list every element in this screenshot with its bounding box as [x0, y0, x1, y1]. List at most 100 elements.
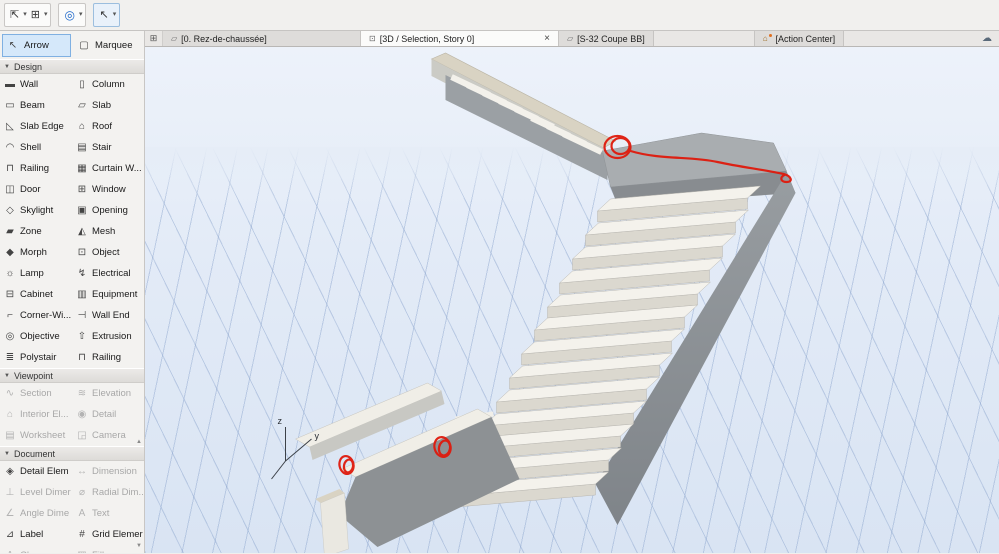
tool-item[interactable]: ◺ Slab Edge [0, 116, 72, 137]
tool-item[interactable]: ⊿ Label [0, 524, 72, 545]
tab-icon: ⊡ [369, 34, 376, 43]
tool-item[interactable]: ⌂ Roof [72, 116, 144, 137]
tool-label: Window [92, 184, 126, 195]
dropdown-caret-icon[interactable]: ▾ [78, 5, 84, 25]
design-tool-grid: ▬ Wall ▯ Column ▭ Beam ▱ Slab ◺ Slab Edg… [0, 74, 144, 368]
tool-label: Grid Elemer [92, 529, 143, 540]
tool-item[interactable]: ☼ Lamp [0, 263, 72, 284]
tool-item[interactable]: ▱ Slab [72, 95, 144, 116]
tool-icon: ⌂ [6, 409, 14, 420]
tool-item[interactable]: ⊓ Railing [0, 158, 72, 179]
scrollbar-down-arrow[interactable]: ▼ [136, 543, 142, 549]
tool-item[interactable]: ⊟ Cabinet [0, 284, 72, 305]
tool-item[interactable]: ⇧ Extrusion [72, 326, 144, 347]
tool-item[interactable]: ▭ Beam [0, 95, 72, 116]
tool-item[interactable]: ⌀ Radial Dim... [72, 482, 144, 503]
tool-icon: ∿ [5, 388, 15, 399]
tool-item[interactable]: ◭ Mesh [72, 221, 144, 242]
tool-icon: A [78, 508, 86, 519]
section-viewpoint: ▼ Viewpoint ∿ Section ≋ Elevation ⌂ Inte… [0, 368, 144, 446]
tool-label: Object [92, 247, 120, 258]
tool-icon: ◫ [5, 184, 15, 195]
tool-icon: ▨ [75, 550, 89, 553]
tool-item[interactable]: ▰ Zone [0, 221, 72, 242]
tool-icon: ⌐ [7, 310, 13, 321]
tool-icon: ↖ [8, 40, 18, 51]
tool-item[interactable]: ▣ Opening [72, 200, 144, 221]
tool-item[interactable]: ◈ Detail Elem [0, 461, 72, 482]
tool-item[interactable]: ◲ Camera [72, 425, 144, 446]
tool-item[interactable]: ⌂ Interior El... [0, 404, 72, 425]
tab[interactable]: ⊡ [3D / Selection, Story 0] × [361, 31, 559, 46]
tool-item[interactable]: ◇ Skylight [0, 200, 72, 221]
tab[interactable]: ▱ [S-32 Coupe BB] [559, 31, 654, 46]
tool-item[interactable]: ▯ Column [72, 74, 144, 95]
section-header-design[interactable]: ▼ Design [0, 59, 144, 74]
tool-item[interactable]: ◠ Shell [0, 137, 72, 158]
tool-item[interactable]: ▦ Curtain W... [72, 158, 144, 179]
tool-label: Wall [20, 79, 39, 90]
tab-overview-icon[interactable]: ⊞ [145, 31, 163, 46]
tool-item[interactable]: Δ Change [0, 545, 72, 553]
tool-label: Beam [20, 100, 45, 111]
tool-item[interactable]: ⊞ Window [72, 179, 144, 200]
options-icon[interactable]: ⊞ [28, 5, 43, 25]
tool-label: Curtain W... [92, 163, 142, 174]
tool-label: Morph [20, 247, 47, 258]
tool-item[interactable]: ≣ Polystair [0, 347, 72, 368]
tool-icon: ◇ [6, 205, 14, 216]
tool-icon: ⊟ [5, 289, 15, 300]
tool-item[interactable]: ∠ Angle Dime [0, 503, 72, 524]
tool-item[interactable]: ◆ Morph [0, 242, 72, 263]
tool-item[interactable]: ↔ Dimension [72, 461, 144, 482]
tool-icon: ▦ [77, 163, 87, 174]
section-header-document[interactable]: ▼ Document [0, 446, 144, 461]
tool-icon: ∠ [5, 508, 15, 519]
select-tool-button[interactable]: ↖ Arrow [2, 34, 71, 57]
tool-item[interactable]: ▬ Wall [0, 74, 72, 95]
tool-label: Extrusion [92, 331, 132, 342]
cloud-sync-icon[interactable]: ☁ [982, 33, 992, 44]
tool-label: Slab Edge [20, 121, 64, 132]
scrollbar-up-arrow[interactable]: ▲ [136, 439, 142, 445]
tool-item[interactable]: ⊡ Object [72, 242, 144, 263]
tool-item[interactable]: # Grid Elemer [72, 524, 144, 545]
tab[interactable]: ▱ [0. Rez-de-chaussée] [163, 31, 361, 46]
tool-item[interactable]: ≋ Elevation [72, 383, 144, 404]
tab-label: [3D / Selection, Story 0] [379, 33, 475, 44]
tool-item[interactable]: A Text [72, 503, 144, 524]
dropdown-caret-icon[interactable]: ▾ [43, 5, 49, 25]
tool-icon: ▢ [79, 40, 89, 51]
arrow-cursor-icon[interactable]: ↖ [96, 5, 111, 25]
tool-item[interactable]: ◎ Objective [0, 326, 72, 347]
target-icon[interactable]: ◎ [61, 5, 77, 25]
tool-item[interactable]: ⊣ Wall End [72, 305, 144, 326]
tool-item[interactable]: ⊓ Railing [72, 347, 144, 368]
tool-item[interactable]: ▤ Stair [72, 137, 144, 158]
tool-item[interactable]: ◉ Detail [72, 404, 144, 425]
tool-item[interactable]: ◫ Door [0, 179, 72, 200]
dropdown-caret-icon[interactable]: ▾ [112, 5, 118, 25]
tab[interactable]: ⌂ [Action Center] [753, 31, 845, 46]
section-header-viewpoint[interactable]: ▼ Viewpoint [0, 368, 144, 383]
tool-item[interactable]: ▤ Worksheet [0, 425, 72, 446]
tool-icon: ▱ [78, 100, 86, 111]
markup-tool-icon[interactable]: ⇱ [7, 5, 22, 25]
tool-item[interactable]: ↯ Electrical [72, 263, 144, 284]
document-tool-grid: ◈ Detail Elem ↔ Dimension ⊥ Level Dimer … [0, 461, 144, 553]
select-tool-button[interactable]: ▢ Marquee [73, 34, 142, 57]
collapse-arrow-icon: ▼ [4, 372, 10, 379]
tab-close-icon[interactable]: × [538, 33, 550, 44]
axis-y-label: y [315, 431, 320, 441]
tool-item[interactable]: ⌐ Corner-Wi... [0, 305, 72, 326]
tool-icon: ▭ [5, 100, 15, 111]
tab-icon: ▱ [567, 34, 574, 43]
tool-item[interactable]: ▥ Equipment [72, 284, 144, 305]
tool-item[interactable]: ⊥ Level Dimer [0, 482, 72, 503]
3d-viewport[interactable]: z y [145, 47, 999, 553]
tool-item[interactable]: ∿ Section [0, 383, 72, 404]
tool-label: Dimension [92, 466, 137, 477]
tool-icon: ⌀ [78, 487, 86, 498]
tool-icon: ⊓ [6, 163, 14, 174]
tool-item[interactable]: ▨ Fill [72, 545, 144, 553]
